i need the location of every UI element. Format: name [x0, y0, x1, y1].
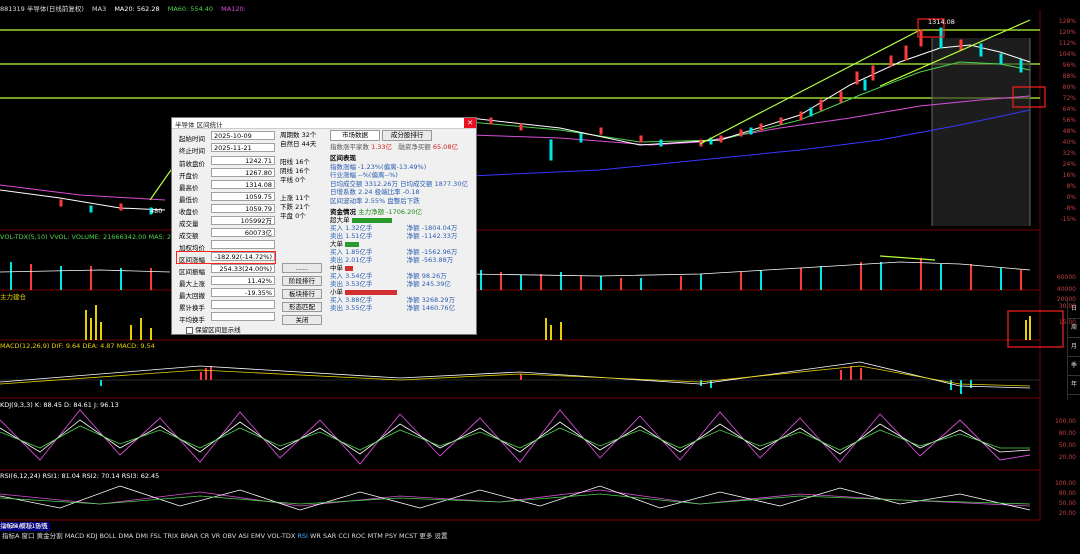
- stat-row: 累计换手: [177, 300, 275, 312]
- dialog-titlebar: 半导体 区间统计 ✕: [172, 118, 476, 129]
- flat2-count: 平盘 0个: [280, 212, 306, 220]
- chart-canvas: [0, 10, 1064, 521]
- low-price-label: 480: [150, 207, 163, 215]
- stat-row: 成交额 60073亿: [177, 228, 275, 240]
- start-time-input[interactable]: 2025-10-09: [211, 131, 275, 140]
- keep-range-checkbox[interactable]: [186, 326, 193, 334]
- tab-vr[interactable]: VR: [211, 532, 220, 540]
- tab-golden[interactable]: 黄金分割: [37, 532, 63, 540]
- period-month[interactable]: 月: [1068, 338, 1080, 357]
- natural-days: 自然日 44天: [280, 140, 317, 148]
- tab-window[interactable]: 窗口: [22, 532, 35, 540]
- stage-rank-button[interactable]: 阶段排行: [282, 276, 322, 286]
- rsi-axis: 100.00 80.00 50.00 20.00: [1055, 480, 1076, 517]
- tab-rsi[interactable]: RSI: [297, 532, 308, 540]
- end-time-row: 终止时间 2025-11-21: [177, 143, 275, 155]
- price-axis: 128% 120% 112% 104% 96% 88% 80% 72% 64% 56% 4…: [1058, 18, 1076, 223]
- funds-section: 资金情况 主力净额 -1706.20亿 超大单 买入 1.32亿手 净额 -18…: [330, 208, 458, 312]
- vol-axis: 60000 40000 20000: [1056, 274, 1076, 303]
- high-price-label: 1314.08: [928, 18, 955, 26]
- period-count: 周期数 32个: [280, 131, 317, 139]
- tab-asi[interactable]: ASI: [238, 532, 249, 540]
- stat-row: 加权均价: [177, 240, 275, 252]
- keep-range-line-option[interactable]: 保留区间显示线: [186, 324, 241, 334]
- tab-vol-tdx[interactable]: VOL-TDX: [267, 532, 295, 540]
- tab-trix[interactable]: TRIX: [164, 532, 179, 540]
- tab-wr[interactable]: WR: [310, 532, 321, 540]
- close-icon[interactable]: ✕: [464, 118, 476, 128]
- bottom-right-tabs: 指标B 模板 日线: [0, 522, 1076, 531]
- tab-indicator-b[interactable]: 指标B: [0, 522, 17, 530]
- stat-row: 成交量 105992万: [177, 216, 275, 228]
- tab-mcst[interactable]: MCST: [399, 532, 417, 540]
- tab-more[interactable]: 更多: [419, 532, 432, 540]
- macd-header: MACD(12,26,9) DIF: 9.64 DEA: 4.87 MACD: …: [0, 342, 155, 350]
- end-time-input[interactable]: 2025-11-21: [211, 143, 275, 152]
- kdj-header: KDJ(9,3,3) K: 88.45 D: 84.61 J: 96.13: [0, 401, 119, 409]
- down-count: 下跌 21个: [280, 203, 310, 211]
- yin-count: 阴线 16个: [280, 167, 310, 175]
- tab-dma[interactable]: DMA: [118, 532, 133, 540]
- tab-daily[interactable]: 日线: [35, 522, 48, 530]
- stat-row: 开盘价 1267.80: [177, 168, 275, 180]
- period-year[interactable]: 年: [1068, 376, 1080, 395]
- more-button[interactable]: ......: [282, 263, 322, 273]
- main-force-header: 主力建仓: [0, 293, 26, 301]
- tab-indicator-a[interactable]: 指标A: [2, 532, 19, 540]
- stat-row: 收盘价 1059.79: [177, 204, 275, 216]
- stat-row: 前收盘价 1242.71: [177, 156, 275, 168]
- rsi-header: RSI(6,12,24) RSI1: 81.04 RSI2: 70.14 RSI…: [0, 472, 160, 480]
- stat-row: 平均换手: [177, 312, 275, 324]
- close-button[interactable]: 关闭: [282, 315, 322, 325]
- market-data-panel: 市场数据 成分股排行 指数涨平家数 1.33亿 融资净买额 65.08亿 区间表…: [330, 130, 473, 312]
- tab-emv[interactable]: EMV: [251, 532, 265, 540]
- up-count: 上涨 11个: [280, 194, 310, 202]
- tab-cci[interactable]: CCI: [338, 532, 349, 540]
- sector-rank-button[interactable]: 板块排行: [282, 289, 322, 299]
- stat-row: 最高价 1314.08: [177, 180, 275, 192]
- stat-row: 最低价 1059.75: [177, 192, 275, 204]
- stat-row: 最大回撤 -19.35%: [177, 288, 275, 300]
- tab-settings[interactable]: 设置: [434, 532, 447, 540]
- vol-header: VOL-TDX(5,10) VVOL: VOLUME: 21666342.00 …: [0, 233, 172, 241]
- tab-dmi[interactable]: DMI: [135, 532, 148, 540]
- tab-fsl[interactable]: FSL: [150, 532, 161, 540]
- tab-market-data[interactable]: 市场数据: [330, 130, 380, 141]
- tab-template[interactable]: 模板: [20, 522, 33, 530]
- tab-brar[interactable]: BRAR: [180, 532, 198, 540]
- indicator-tabs: 指标A 窗口 黄金分割 MACD KDJ BOLL DMA DMI FSL TR…: [2, 532, 447, 541]
- interval-change-row: 区间涨幅 -182.92(-14.72%): [176, 251, 276, 264]
- tab-boll[interactable]: BOLL: [100, 532, 117, 540]
- tab-roc[interactable]: ROC: [351, 532, 365, 540]
- tab-psy[interactable]: PSY: [385, 532, 397, 540]
- interval-stats-dialog: 半导体 区间统计 ✕ 起始时间 2025-10-09 终止时间 2025-11-…: [171, 117, 477, 335]
- stat-row: 区间振幅 254.33(24.00%): [177, 264, 275, 276]
- stat-row: 最大上涨 11.42%: [177, 276, 275, 288]
- main-force-axis: 30.00 15.00: [1058, 303, 1076, 326]
- start-time-row: 起始时间 2025-10-09: [177, 131, 275, 143]
- tab-cr[interactable]: CR: [200, 532, 209, 540]
- tab-obv[interactable]: OBV: [222, 532, 236, 540]
- tab-mtm[interactable]: MTM: [368, 532, 383, 540]
- interval-performance: 区间表现 指数涨幅 -1.23%(偏离-13.49%) 行业涨幅 --%(偏离-…: [330, 154, 468, 205]
- kdj-axis: 100.00 80.00 50.00 20.00: [1055, 418, 1076, 461]
- tab-constituent-rank[interactable]: 成分股排行: [382, 130, 433, 141]
- pattern-match-button[interactable]: 形态匹配: [282, 302, 322, 312]
- yang-count: 阳线 16个: [280, 158, 310, 166]
- tab-sar[interactable]: SAR: [323, 532, 336, 540]
- dialog-title: 半导体 区间统计: [175, 121, 223, 129]
- flat-count: 平线 0个: [280, 176, 306, 184]
- tab-macd[interactable]: MACD: [65, 532, 84, 540]
- tab-kdj[interactable]: KDJ: [86, 532, 97, 540]
- period-quarter[interactable]: 季: [1068, 357, 1080, 376]
